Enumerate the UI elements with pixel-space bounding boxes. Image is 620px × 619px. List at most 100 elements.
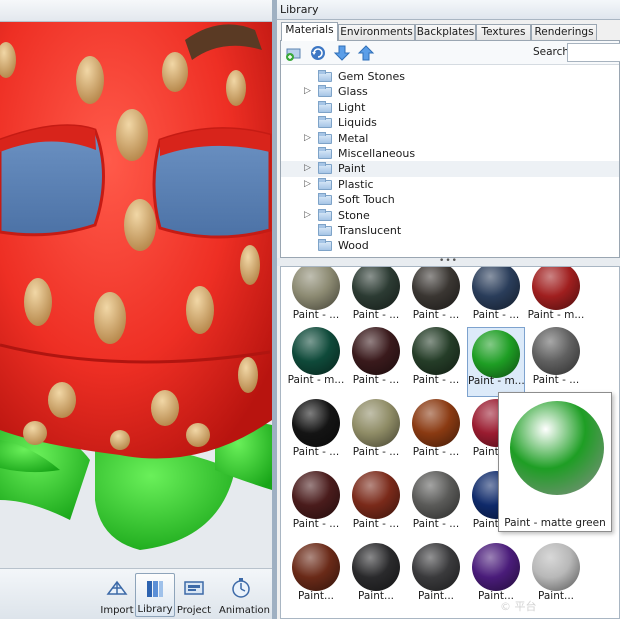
material-label: Paint... [358, 590, 394, 602]
animation-label: Animation [219, 605, 270, 616]
material-label: Paint - ... [412, 518, 460, 530]
refresh-icon[interactable] [309, 44, 327, 62]
expand-arrow-icon[interactable]: ▷ [304, 84, 312, 99]
folder-icon [318, 146, 332, 159]
material-label: Paint - ... [412, 374, 460, 386]
material-thumbnail[interactable]: Paint - ... [347, 399, 405, 469]
tab-renderings[interactable]: Renderings [531, 24, 597, 40]
material-thumbnail[interactable]: Paint - ... [407, 399, 465, 469]
tree-item-label: Stone [338, 208, 370, 222]
material-thumbnail[interactable]: Paint - m... [467, 327, 525, 397]
project-label: Project [176, 605, 212, 616]
material-sphere [292, 327, 340, 375]
material-sphere [352, 399, 400, 447]
folder-icon [318, 85, 332, 98]
material-thumbnail[interactable]: Paint - ... [467, 267, 525, 332]
expand-arrow-icon[interactable]: ▷ [304, 161, 312, 176]
tree-item[interactable]: Wood [281, 238, 619, 253]
material-thumbnail[interactable]: Paint - ... [287, 399, 345, 469]
expand-arrow-icon[interactable]: ▷ [304, 208, 312, 223]
import-icon [106, 580, 128, 595]
arrow-down-icon[interactable] [333, 44, 351, 62]
material-sphere [292, 267, 340, 310]
material-category-tree: Gem Stones ▷ Glass Light Liquids ▷ Metal Miscel… [281, 69, 619, 254]
material-label: Paint... [298, 590, 334, 602]
library-button[interactable]: Library [135, 573, 175, 617]
material-thumbnail[interactable]: Paint - ... [287, 471, 345, 541]
tree-item[interactable]: Miscellaneous [281, 146, 619, 161]
material-label: Paint - ... [352, 374, 400, 386]
bottom-toolbar: Import Library Project Animation [0, 568, 272, 619]
folder-icon [318, 223, 332, 236]
folder-icon [318, 100, 332, 113]
material-sphere [352, 543, 400, 591]
material-sphere [472, 267, 520, 310]
tree-item[interactable]: Liquids [281, 115, 619, 130]
library-icon [147, 581, 163, 597]
search-input[interactable] [567, 43, 620, 62]
project-button[interactable]: Project [174, 573, 214, 617]
tree-item-label: Translucent [338, 223, 402, 237]
material-thumbnail[interactable]: Paint - m... [527, 267, 585, 332]
tab-textures[interactable]: Textures [476, 24, 531, 40]
material-sphere [532, 327, 580, 375]
material-thumbnail[interactable]: Paint... [347, 543, 405, 613]
material-thumbnail[interactable]: Paint... [287, 543, 345, 613]
tree-item[interactable]: Soft Touch [281, 192, 619, 207]
material-label: Paint... [418, 590, 454, 602]
folder-icon [318, 116, 332, 129]
tree-item[interactable]: Light [281, 100, 619, 115]
expand-arrow-icon[interactable]: ▷ [304, 177, 312, 192]
tree-item[interactable]: ▷ Metal [281, 131, 619, 146]
material-preview-label: Paint - matte green [504, 517, 606, 529]
material-thumbnail[interactable]: Paint - ... [407, 471, 465, 541]
material-thumbnail[interactable]: Paint - ... [347, 267, 405, 332]
material-label: Paint - m... [527, 309, 585, 321]
material-thumbnail[interactable]: Paint - ... [407, 267, 465, 332]
project-icon [184, 581, 204, 595]
material-thumbnail[interactable]: Paint... [407, 543, 465, 613]
library-toolbar: Search: [281, 41, 620, 65]
tree-item-label: Metal [338, 131, 369, 145]
materials-tab-content: Search: Gem Stones ▷ Glass Light Liquids ▷ Met… [280, 40, 620, 258]
material-label: Paint - ... [292, 518, 340, 530]
tree-item-label: Soft Touch [338, 193, 395, 207]
material-thumbnail[interactable]: Paint - ... [527, 327, 585, 397]
tab-environments[interactable]: Environments [338, 24, 415, 40]
tree-item[interactable]: ▷ Glass [281, 84, 619, 99]
tree-item[interactable]: ▷ Paint [281, 161, 619, 177]
import-button[interactable]: Import [97, 573, 137, 617]
material-sphere [472, 330, 520, 378]
material-sphere [292, 399, 340, 447]
tree-item[interactable]: Translucent [281, 223, 619, 238]
tree-item[interactable]: ▷ Stone [281, 208, 619, 223]
material-thumbnail[interactable]: Paint - ... [407, 327, 465, 397]
add-folder-icon[interactable] [285, 44, 303, 62]
resize-grip[interactable]: ••• [277, 257, 620, 266]
folder-icon [318, 208, 332, 221]
material-label: Paint - ... [352, 446, 400, 458]
material-thumbnail[interactable]: Paint - ... [287, 267, 345, 332]
tree-item[interactable]: Gem Stones [281, 69, 619, 84]
material-sphere [292, 543, 340, 591]
tab-materials[interactable]: Materials [281, 22, 338, 41]
material-sphere [412, 327, 460, 375]
animation-button[interactable]: Animation [219, 573, 270, 617]
viewport-top-strip [0, 0, 272, 22]
arrow-up-icon[interactable] [357, 44, 375, 62]
render-viewport[interactable] [0, 0, 272, 568]
folder-icon [318, 239, 332, 252]
tab-backplates[interactable]: Backplates [415, 24, 476, 40]
expand-arrow-icon[interactable]: ▷ [304, 131, 312, 146]
material-thumbnail[interactable]: Paint - m... [287, 327, 345, 397]
animation-icon [232, 578, 250, 598]
material-thumbnail[interactable]: Paint - ... [347, 327, 405, 397]
tree-item-label: Gem Stones [338, 70, 405, 83]
tree-item-label: Plastic [338, 177, 374, 191]
folder-icon [318, 162, 332, 175]
library-label: Library [137, 604, 173, 615]
material-thumbnail[interactable]: Paint - ... [347, 471, 405, 541]
folder-icon [318, 70, 332, 82]
tree-item[interactable]: ▷ Plastic [281, 177, 619, 192]
material-sphere [412, 471, 460, 519]
